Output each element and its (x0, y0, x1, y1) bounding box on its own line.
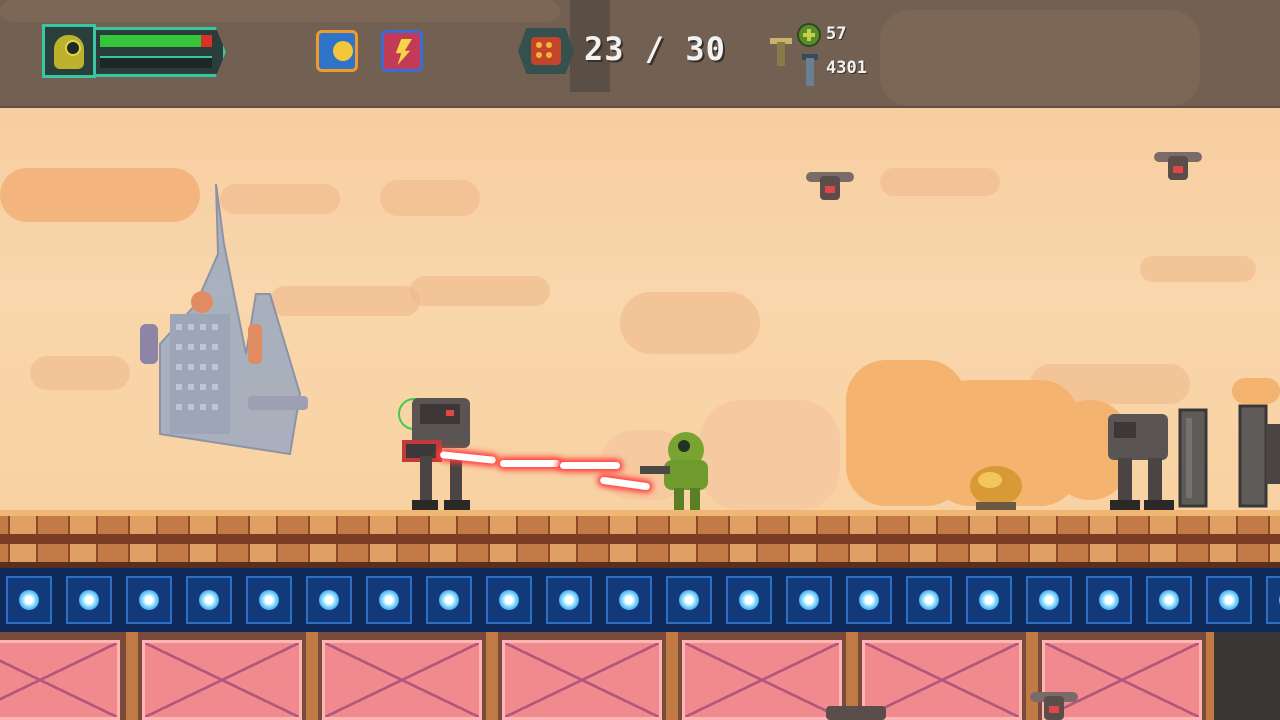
blue-light-panel (846, 576, 892, 624)
cloud (410, 276, 550, 306)
enemy-drone (1030, 690, 1078, 720)
cloud (880, 168, 1000, 196)
light-glow (559, 590, 579, 610)
status-bars (96, 27, 226, 77)
rail-top-edge (0, 510, 1280, 516)
blue-light-panel (666, 576, 712, 624)
enemy-shield-mech (1108, 408, 1208, 510)
enemy-shield-mech (1238, 404, 1280, 508)
smoke-cloud (700, 400, 840, 510)
light-glow (979, 590, 999, 610)
laser-beam (500, 460, 560, 467)
wall-pillar (126, 632, 138, 720)
enemy-drone (806, 170, 854, 200)
wall-pillar (306, 632, 318, 720)
light-glow (1039, 590, 1059, 610)
blue-light-panel (966, 576, 1012, 624)
smoke-cloud (1232, 378, 1280, 404)
blue-light-panel (366, 576, 412, 624)
blue-light-panel (486, 576, 532, 624)
player-portrait-icon (42, 24, 96, 78)
hud-cloud (880, 10, 1200, 106)
rail-mid-strip (0, 534, 1280, 544)
light-glow (319, 590, 339, 610)
gear-orb-icon (797, 23, 821, 47)
enemy-turret (826, 706, 886, 720)
light-glow (799, 590, 819, 610)
wall-pillar (486, 632, 498, 720)
bolt-icon (802, 54, 818, 86)
light-glow (79, 590, 99, 610)
light-glow (259, 590, 279, 610)
metal-crate (1214, 632, 1280, 720)
cloud (30, 356, 130, 390)
light-glow (199, 590, 219, 610)
explosive-crawler (970, 466, 1022, 510)
blue-light-panel (1086, 576, 1132, 624)
blue-light-panel (906, 576, 952, 624)
cloud (620, 292, 760, 354)
wall-pillar (666, 632, 678, 720)
player-character (640, 432, 708, 510)
light-glow (919, 590, 939, 610)
light-glow (439, 590, 459, 610)
health-bar (100, 35, 201, 47)
blue-light-panel (6, 576, 52, 624)
credits-count: 4301 (826, 58, 867, 78)
blue-light-panel (246, 576, 292, 624)
pink-wall-panel (862, 640, 1022, 720)
light-glow (1219, 590, 1239, 610)
blue-light-panel (1146, 576, 1192, 624)
light-glow (679, 590, 699, 610)
plasma-orb-weapon-icon[interactable] (316, 30, 358, 72)
game-scene: 23 / 30 57 4301 (0, 0, 1280, 720)
laser-beam (560, 462, 620, 469)
blue-light-panels (0, 568, 1280, 632)
blue-light-panel (726, 576, 772, 624)
light-glow (1159, 590, 1179, 610)
pink-wall-panel (502, 640, 662, 720)
hud-bar: 23 / 30 57 4301 (0, 0, 1280, 108)
blue-light-panel (1266, 576, 1280, 624)
blue-light-panel (1026, 576, 1072, 624)
ammo-counter: 23 / 30 (584, 30, 726, 68)
pink-wall-panel (0, 640, 120, 720)
light-glow (1099, 590, 1119, 610)
shell-cluster-ammo-icon (518, 28, 574, 74)
cloud (380, 180, 480, 216)
blue-light-panel (126, 576, 172, 624)
blue-light-panel (306, 576, 352, 624)
enemy-drone (1154, 150, 1202, 180)
light-glow (859, 590, 879, 610)
wrench-icon (770, 38, 792, 66)
parts-count: 57 (826, 24, 847, 44)
blue-light-panel (426, 576, 472, 624)
distant-ship-tower (140, 184, 308, 456)
light-glow (139, 590, 159, 610)
blue-light-panel (606, 576, 652, 624)
blue-light-panel (1206, 576, 1252, 624)
blue-light-panel (186, 576, 232, 624)
light-glow (739, 590, 759, 610)
light-glow (619, 590, 639, 610)
pink-wall-panel (682, 640, 842, 720)
blue-light-panel (786, 576, 832, 624)
light-glow (19, 590, 39, 610)
pink-wall-panel (142, 640, 302, 720)
energy-bar (100, 56, 212, 68)
blue-light-panel (66, 576, 112, 624)
health-bar-damage (201, 35, 212, 47)
cloud (1140, 256, 1256, 282)
blue-light-panel (546, 576, 592, 624)
light-glow (379, 590, 399, 610)
light-glow (499, 590, 519, 610)
lightning-weapon-icon[interactable] (381, 30, 423, 72)
pink-wall-panel (322, 640, 482, 720)
hud-cloud (0, 0, 560, 22)
